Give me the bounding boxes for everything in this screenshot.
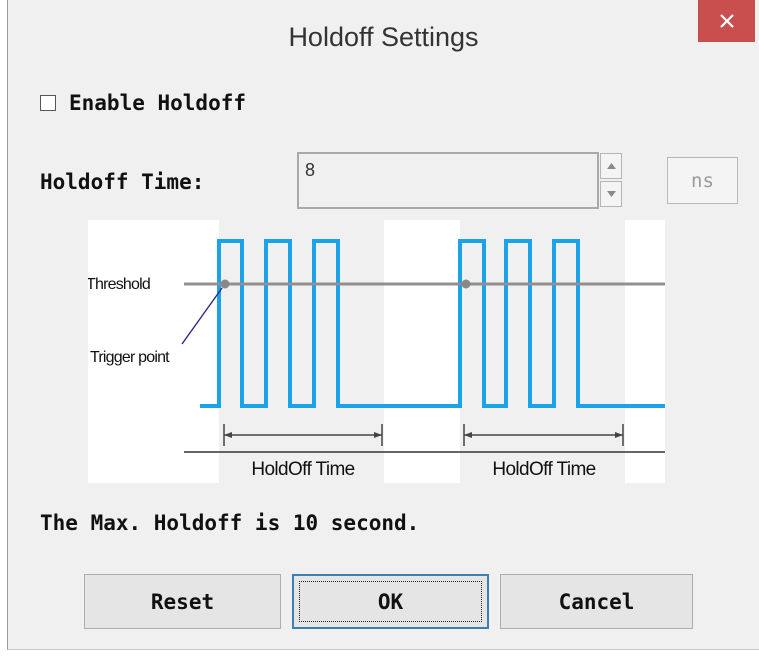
cancel-button-label: Cancel [558,589,635,614]
trigger-pointer [181,287,223,345]
arrow-up-icon [606,163,616,169]
title-bar[interactable]: Holdoff Settings [8,0,759,82]
enable-holdoff-checkbox[interactable] [40,95,56,111]
time-unit-button[interactable]: ns [667,157,738,204]
holdoff-time-label-1: HoldOff Time [251,459,354,480]
holdoff-settings-dialog: Holdoff Settings Enable Holdoff Holdoff … [7,0,759,650]
enable-holdoff-row[interactable]: Enable Holdoff [40,91,246,115]
max-holdoff-note: The Max. Holdoff is 10 second. [40,511,420,535]
reset-button-label: Reset [150,589,215,614]
dialog-title: Holdoff Settings [288,22,479,52]
threshold-label: Threshold [88,276,150,293]
trigger-point-2 [461,279,471,289]
focus-rectangle [299,581,482,622]
holdoff-diagram: Threshold Trigger point HoldOff Time Hol… [88,220,665,483]
close-button[interactable] [698,0,755,42]
reset-button[interactable]: Reset [84,574,281,629]
holdoff-time-input[interactable] [305,160,585,181]
ok-button[interactable]: OK [292,574,489,629]
trigger-point-label: Trigger point [90,349,170,366]
trigger-point-1 [220,279,230,289]
spin-up-button[interactable] [600,153,622,179]
cancel-button[interactable]: Cancel [500,574,693,629]
enable-holdoff-label[interactable]: Enable Holdoff [69,91,246,115]
close-icon [719,14,734,28]
spin-down-button[interactable] [600,181,622,207]
holdoff-time-label: Holdoff Time: [40,170,205,194]
holdoff-time-field[interactable] [297,152,599,209]
holdoff-time-label-2: HoldOff Time [492,459,595,480]
arrow-down-icon [606,191,616,197]
